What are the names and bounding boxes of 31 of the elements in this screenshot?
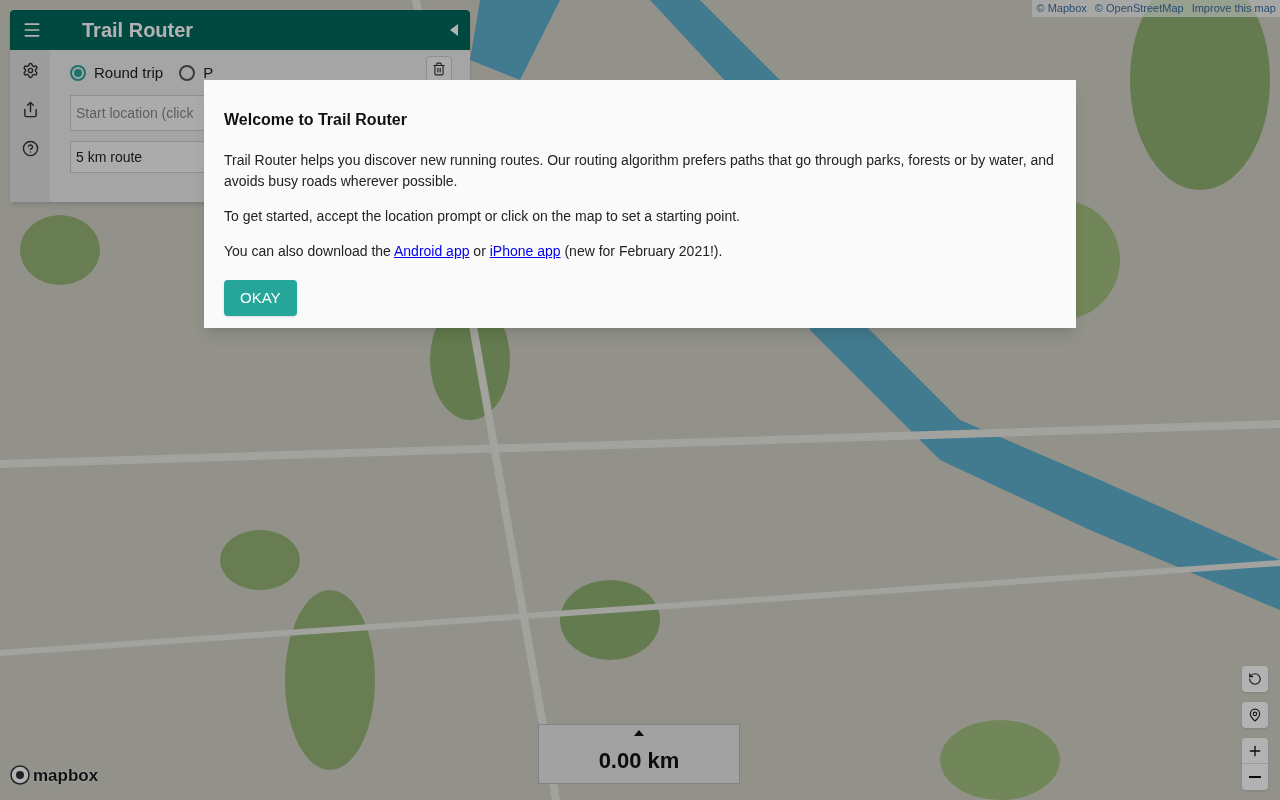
dialog-paragraph: Trail Router helps you discover new running routes. Our routing algorithm prefers paths that go through parks, forests or by water, and avoids busy roads wherever possible. (224, 151, 1055, 191)
distance-reading: 0.00 km (598, 747, 680, 775)
radio-button[interactable] (179, 65, 196, 82)
attribution-link[interactable]: © Mapbox (1036, 0, 1087, 17)
attribution-link[interactable]: Improve this map (1191, 0, 1276, 17)
app-link[interactable]: Android app (393, 243, 470, 259)
reset-button[interactable] (1242, 666, 1268, 692)
attribution-link[interactable]: © OpenStreetMap (1094, 0, 1184, 17)
trash-icon (432, 62, 446, 77)
help-icon[interactable] (21, 140, 39, 157)
share-icon[interactable] (21, 101, 39, 118)
dialog-paragraph: To get started, accept the location prompt or click on the map to set a starting point. (224, 207, 741, 226)
settings-icon[interactable] (21, 62, 39, 79)
mapbox-logo: mapbox (33, 764, 99, 787)
expand-icon[interactable] (634, 730, 644, 736)
collapse-icon[interactable] (450, 24, 458, 36)
dialog-title: Welcome to Trail Router (224, 110, 408, 130)
location-pin-icon (1248, 708, 1262, 722)
minus-icon (1249, 776, 1261, 778)
menu-icon[interactable] (22, 20, 42, 40)
app-title: Trail Router (82, 18, 194, 43)
radio-label: P (203, 63, 214, 83)
delete-button[interactable] (426, 56, 452, 83)
rotate-icon (1248, 672, 1262, 686)
app-link[interactable]: iPhone app (489, 243, 561, 259)
locate-button[interactable] (1242, 702, 1268, 728)
dialog-paragraph: You can also download the Android app or iPhone app (new for February 2021!). (224, 242, 724, 261)
okay-button[interactable]: OKAY (224, 280, 297, 316)
radio-button[interactable] (70, 65, 86, 82)
radio-label: Round trip (94, 63, 164, 83)
mapbox-logo-icon (10, 765, 30, 786)
